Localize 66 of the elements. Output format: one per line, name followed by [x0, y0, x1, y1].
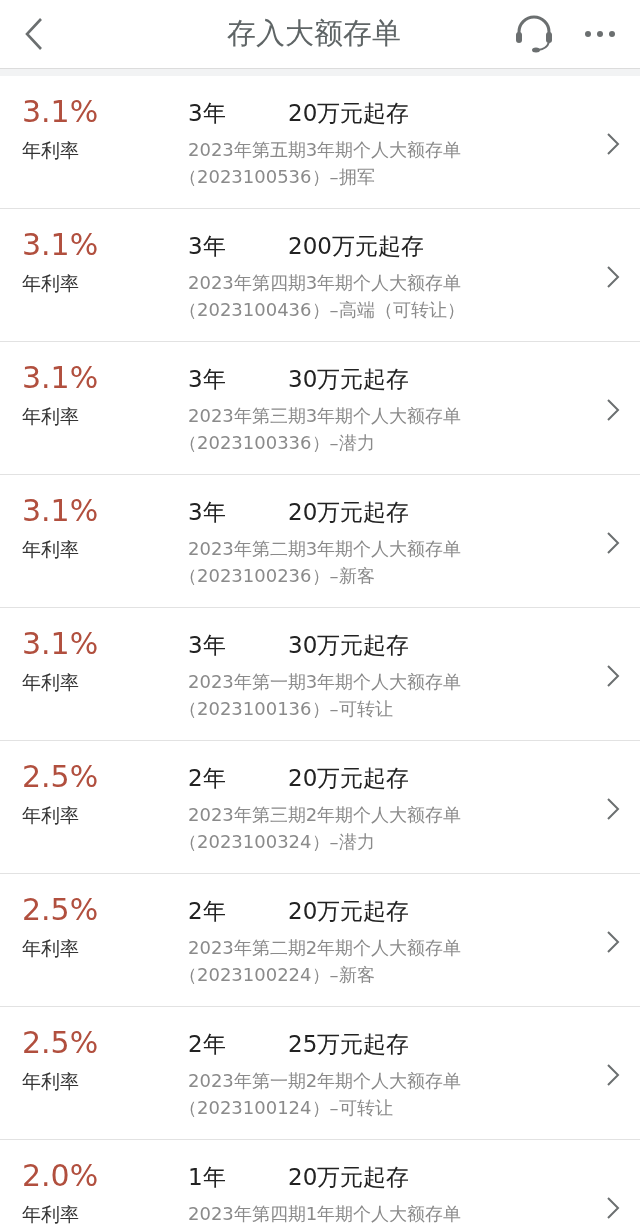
rate-label: 年利率 — [22, 537, 79, 562]
product-code: （2023100224）–新客 — [179, 963, 375, 987]
product-name: 2023年第五期3年期个人大额存单 — [188, 138, 462, 162]
product-name: 2023年第四期3年期个人大额存单 — [188, 271, 462, 295]
product-name: 2023年第二期3年期个人大额存单 — [188, 537, 462, 561]
interest-rate: 2.5% — [22, 1024, 99, 1062]
product-name: 2023年第四期1年期个人大额存单 — [188, 1202, 462, 1226]
minimum-deposit: 30万元起存 — [288, 630, 410, 660]
term: 2年 — [188, 896, 227, 926]
interest-rate: 2.5% — [22, 891, 99, 929]
interest-rate: 3.1% — [22, 93, 99, 131]
product-name: 2023年第三期2年期个人大额存单 — [188, 803, 462, 827]
chevron-right-icon — [606, 930, 620, 954]
rate-label: 年利率 — [22, 1202, 79, 1227]
interest-rate: 3.1% — [22, 359, 99, 397]
product-code: （2023100124）–可转让 — [179, 1096, 393, 1120]
minimum-deposit: 20万元起存 — [288, 1162, 410, 1192]
minimum-deposit: 20万元起存 — [288, 98, 410, 128]
rate-label: 年利率 — [22, 271, 79, 296]
interest-rate: 3.1% — [22, 625, 99, 663]
more-icon[interactable] — [584, 30, 616, 38]
interest-rate: 2.5% — [22, 758, 99, 796]
rate-label: 年利率 — [22, 138, 79, 163]
product-name: 2023年第二期2年期个人大额存单 — [188, 936, 462, 960]
product-name: 2023年第一期3年期个人大额存单 — [188, 670, 462, 694]
term: 3年 — [188, 98, 227, 128]
interest-rate: 3.1% — [22, 226, 99, 264]
term: 3年 — [188, 364, 227, 394]
minimum-deposit: 20万元起存 — [288, 497, 410, 527]
chevron-right-icon — [606, 1063, 620, 1087]
chevron-right-icon — [606, 531, 620, 555]
rate-label: 年利率 — [22, 670, 79, 695]
minimum-deposit: 20万元起存 — [288, 763, 410, 793]
chevron-right-icon — [606, 797, 620, 821]
minimum-deposit: 30万元起存 — [288, 364, 410, 394]
chevron-right-icon — [606, 132, 620, 156]
product-name: 2023年第三期3年期个人大额存单 — [188, 404, 462, 428]
term: 3年 — [188, 497, 227, 527]
product-code: （2023100336）–潜力 — [179, 431, 375, 455]
chevron-right-icon — [606, 1196, 620, 1220]
rate-label: 年利率 — [22, 1069, 79, 1094]
headset-icon[interactable] — [514, 15, 554, 53]
term: 3年 — [188, 231, 227, 261]
term: 3年 — [188, 630, 227, 660]
rate-label: 年利率 — [22, 803, 79, 828]
chevron-right-icon — [606, 265, 620, 289]
back-icon[interactable] — [24, 17, 44, 51]
rate-label: 年利率 — [22, 936, 79, 961]
product-code: （2023100324）–潜力 — [179, 830, 375, 854]
interest-rate: 2.0% — [22, 1157, 99, 1195]
interest-rate: 3.1% — [22, 492, 99, 530]
chevron-right-icon — [606, 664, 620, 688]
term: 2年 — [188, 1029, 227, 1059]
minimum-deposit: 200万元起存 — [288, 231, 424, 261]
minimum-deposit: 20万元起存 — [288, 896, 410, 926]
minimum-deposit: 25万元起存 — [288, 1029, 410, 1059]
product-code: （2023100436）–高端（可转让） — [179, 298, 465, 322]
chevron-right-icon — [606, 398, 620, 422]
term: 2年 — [188, 763, 227, 793]
product-code: （2023100136）–可转让 — [179, 697, 393, 721]
product-code: （2023100536）–拥军 — [179, 165, 375, 189]
product-code: （2023100236）–新客 — [179, 564, 375, 588]
term: 1年 — [188, 1162, 227, 1192]
page-title: 存入大额存单 — [227, 15, 401, 53]
rate-label: 年利率 — [22, 404, 79, 429]
product-name: 2023年第一期2年期个人大额存单 — [188, 1069, 462, 1093]
